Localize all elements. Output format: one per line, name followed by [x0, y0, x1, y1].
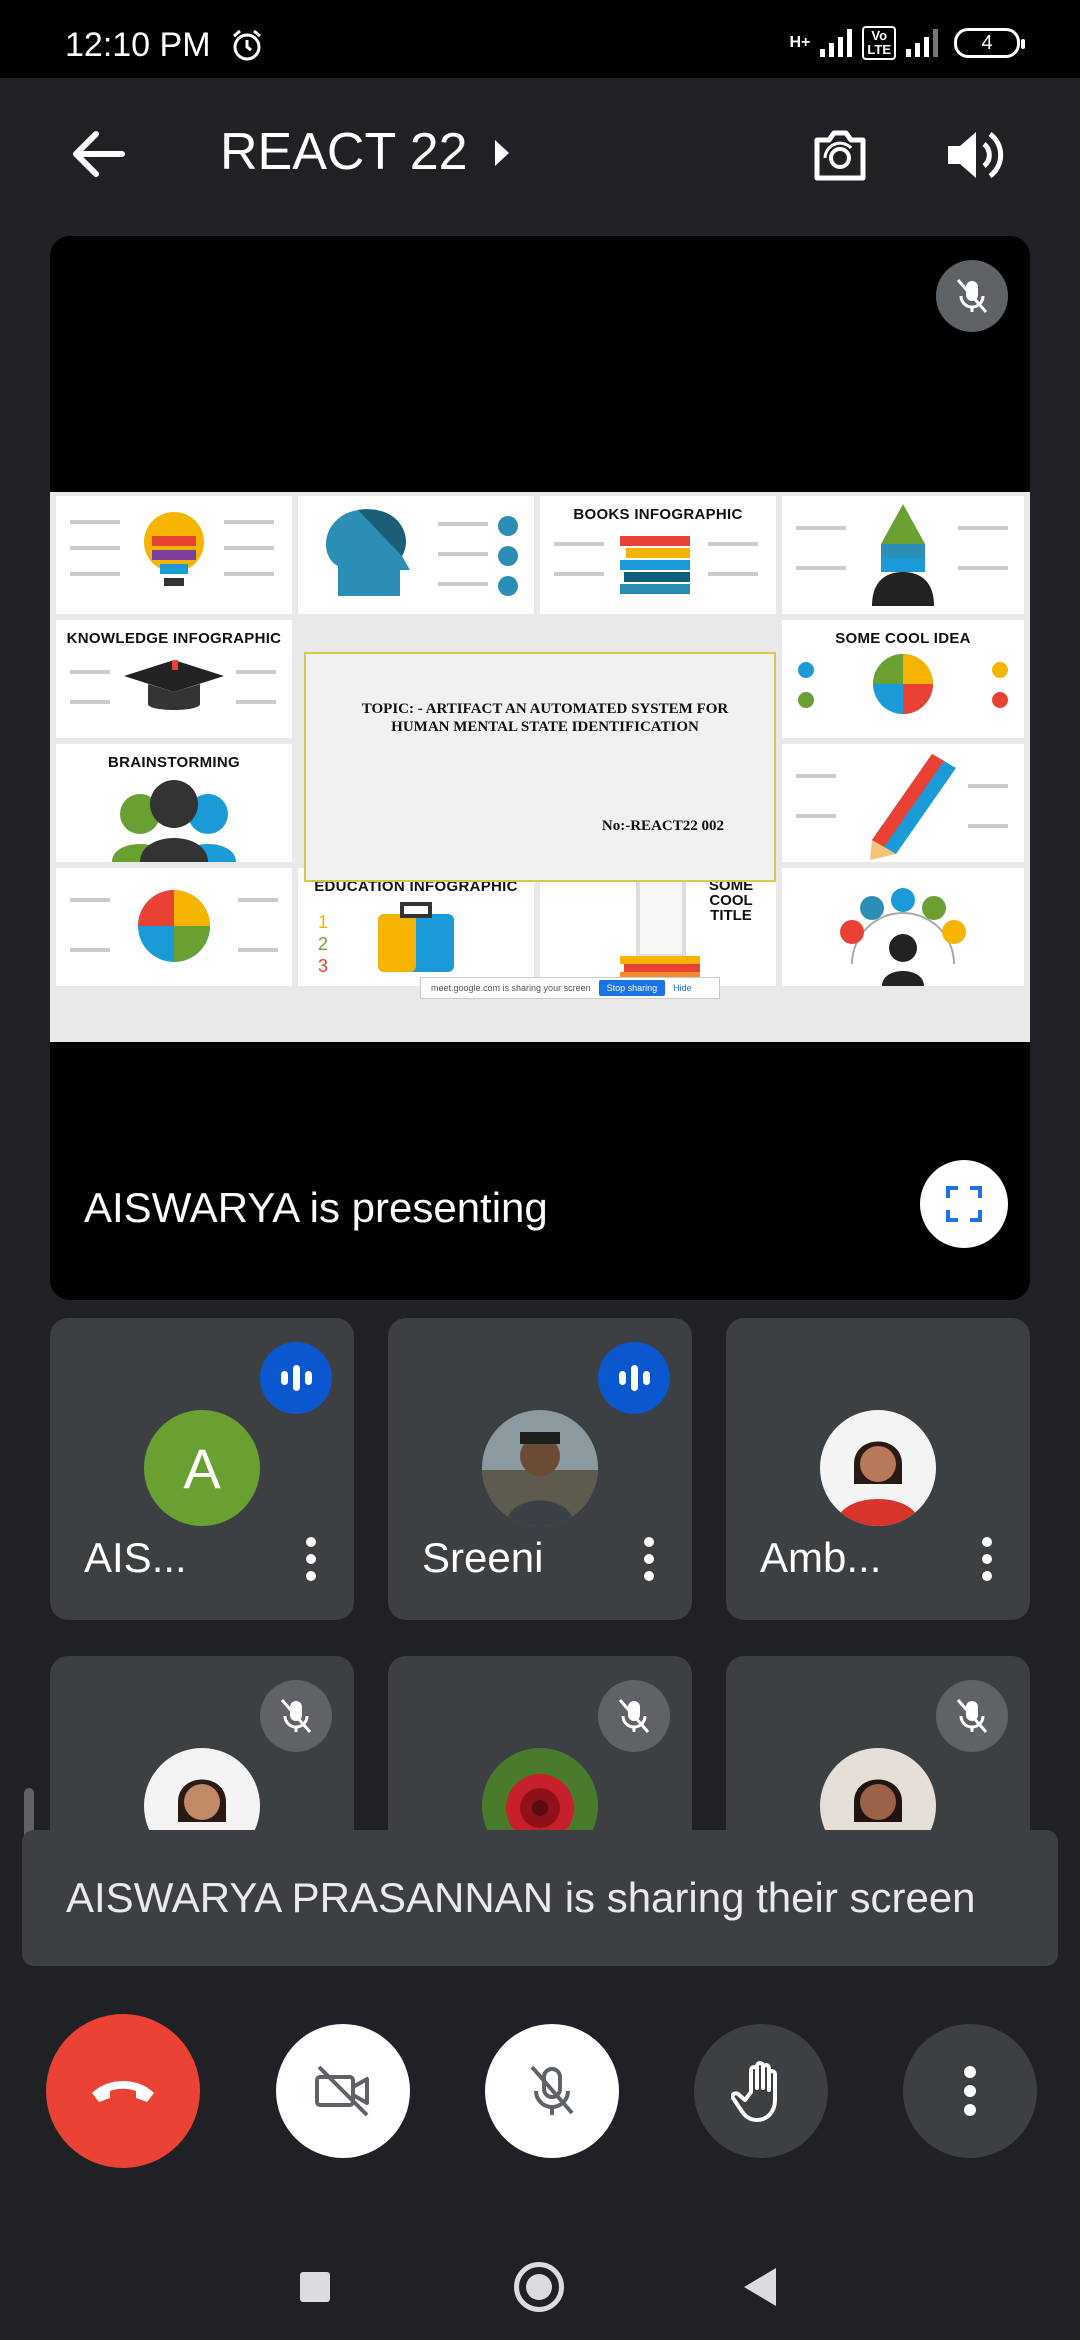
- camera-toggle-button[interactable]: [276, 2024, 410, 2158]
- participant-name: Sreeni: [422, 1534, 544, 1581]
- cool-title-text: SOME COOL TITLE: [708, 877, 754, 924]
- books-title: BOOKS INFOGRAPHIC: [573, 506, 743, 523]
- slide-thumb-puzzle: [56, 868, 292, 986]
- slide-thumb-education: EDUCATION INFOGRAPHIC 123: [298, 868, 534, 986]
- mic-off-icon: [598, 1680, 670, 1752]
- speaking-icon: [598, 1342, 670, 1414]
- screen-share-toast: AISWARYA PRASANNAN is sharing their scre…: [22, 1830, 1058, 1966]
- system-back-button[interactable]: [744, 2268, 776, 2306]
- more-vert-icon[interactable]: [296, 1534, 326, 1584]
- share-notice-text: meet.google.com is sharing your screen: [431, 983, 591, 993]
- participant-tile[interactable]: Sreeni: [388, 1318, 692, 1620]
- status-bar: 12:10 PM H+ Vo LTE 4: [0, 0, 1080, 78]
- mic-off-icon: [260, 1680, 332, 1752]
- back-arrow-icon: [73, 131, 125, 177]
- stop-sharing-button[interactable]: Stop sharing: [598, 980, 666, 996]
- brainstorming-title: BRAINSTORMING: [108, 754, 240, 771]
- knowledge-title: KNOWLEDGE INFOGRAPHIC: [66, 630, 282, 647]
- presenter-mute-badge: [936, 260, 1008, 332]
- system-nav-bar: [0, 2240, 1080, 2340]
- participant-name: AIS...: [84, 1534, 187, 1581]
- home-button[interactable]: [514, 2262, 564, 2312]
- more-vert-icon[interactable]: [972, 1534, 1002, 1584]
- cool-idea-title: SOME COOL IDEA: [835, 630, 971, 647]
- mic-off-icon: [936, 1680, 1008, 1752]
- slide-thumb-cool-idea: SOME COOL IDEA: [782, 620, 1024, 738]
- recents-button[interactable]: [300, 2272, 330, 2302]
- mic-off-icon: [530, 2065, 574, 2115]
- end-call-icon: [92, 2081, 154, 2102]
- presenter-label: AISWARYA is presenting: [84, 1184, 548, 1231]
- avatar: [482, 1410, 598, 1526]
- slide-thumb-cool-title: SOME COOL TITLE: [540, 868, 776, 986]
- speaker-icon: [948, 131, 1004, 179]
- slide-number: No:-REACT22 002: [601, 818, 724, 834]
- raise-hand-icon: [731, 2061, 777, 2122]
- slide-thumb-graduate: [782, 868, 1024, 986]
- shared-screen: BOOKS INFOGRAPHIC KNOWLEDGE INFOGRAPHIC: [50, 492, 1030, 1042]
- participant-name: Amb...: [760, 1534, 882, 1581]
- slide-thumb-rocket: [782, 496, 1024, 614]
- battery-icon: 4: [954, 28, 1025, 58]
- volte-badge: Vo LTE: [862, 26, 896, 60]
- mic-toggle-button[interactable]: [485, 2024, 619, 2158]
- fullscreen-icon: [946, 1186, 982, 1222]
- participant-tile[interactable]: Amb...: [726, 1318, 1030, 1620]
- more-options-button[interactable]: [903, 2024, 1037, 2158]
- network-type: H+: [789, 34, 811, 51]
- signal-icon-2: [906, 29, 938, 57]
- meet-screen: 12:10 PM H+ Vo LTE 4 REACT 22 BOOKS INFO…: [0, 0, 1080, 2340]
- status-time: 12:10 PM: [65, 26, 211, 64]
- slide-thumb-head: [298, 496, 534, 614]
- chevron-right-icon[interactable]: [493, 138, 511, 173]
- slide-thumb-pencil: [782, 744, 1024, 862]
- svg-text:1: 1: [318, 912, 328, 932]
- camera-off-icon: [315, 2065, 369, 2117]
- switch-camera-button[interactable]: [805, 120, 875, 190]
- avatar: [820, 1410, 936, 1526]
- slide-thumb-bulb: [56, 496, 292, 614]
- back-button[interactable]: [64, 122, 134, 186]
- presentation-tile[interactable]: BOOKS INFOGRAPHIC KNOWLEDGE INFOGRAPHIC: [50, 236, 1030, 1300]
- fullscreen-button[interactable]: [920, 1160, 1008, 1248]
- current-slide: TOPIC: - ARTIFACT AN AUTOMATED SYSTEM FO…: [304, 652, 776, 882]
- switch-camera-icon: [814, 130, 866, 181]
- raise-hand-button[interactable]: [694, 2024, 828, 2158]
- alarm-icon: [230, 28, 264, 67]
- toast-message: AISWARYA PRASANNAN is sharing their scre…: [66, 1874, 976, 1921]
- speaker-button[interactable]: [938, 120, 1008, 190]
- slide-grid: BOOKS INFOGRAPHIC KNOWLEDGE INFOGRAPHIC: [50, 492, 1030, 1012]
- slide-thumb-knowledge: KNOWLEDGE INFOGRAPHIC: [56, 620, 292, 738]
- avatar: A: [144, 1410, 260, 1526]
- hide-notice-button[interactable]: Hide: [673, 983, 692, 993]
- status-icons: H+ Vo LTE 4: [789, 26, 1025, 60]
- speaking-icon: [260, 1342, 332, 1414]
- meeting-header: REACT 22: [0, 78, 1080, 228]
- slide-thumb-brainstorm: BRAINSTORMING: [56, 744, 292, 862]
- slide-thumb-books: BOOKS INFOGRAPHIC: [540, 496, 776, 614]
- participant-tile[interactable]: A AIS...: [50, 1318, 354, 1620]
- signal-icon: [820, 29, 853, 57]
- svg-text:3: 3: [318, 956, 328, 976]
- slide-topic: TOPIC: - ARTIFACT AN AUTOMATED SYSTEM FO…: [361, 701, 729, 735]
- svg-text:2: 2: [318, 934, 328, 954]
- call-controls: [0, 2000, 1080, 2180]
- mic-off-icon: [956, 279, 988, 313]
- meeting-title[interactable]: REACT 22: [220, 122, 468, 182]
- end-call-button[interactable]: [46, 2014, 200, 2168]
- screen-share-notice: meet.google.com is sharing your screen S…: [420, 977, 720, 999]
- more-vert-icon: [964, 2066, 976, 2116]
- more-vert-icon[interactable]: [634, 1534, 664, 1584]
